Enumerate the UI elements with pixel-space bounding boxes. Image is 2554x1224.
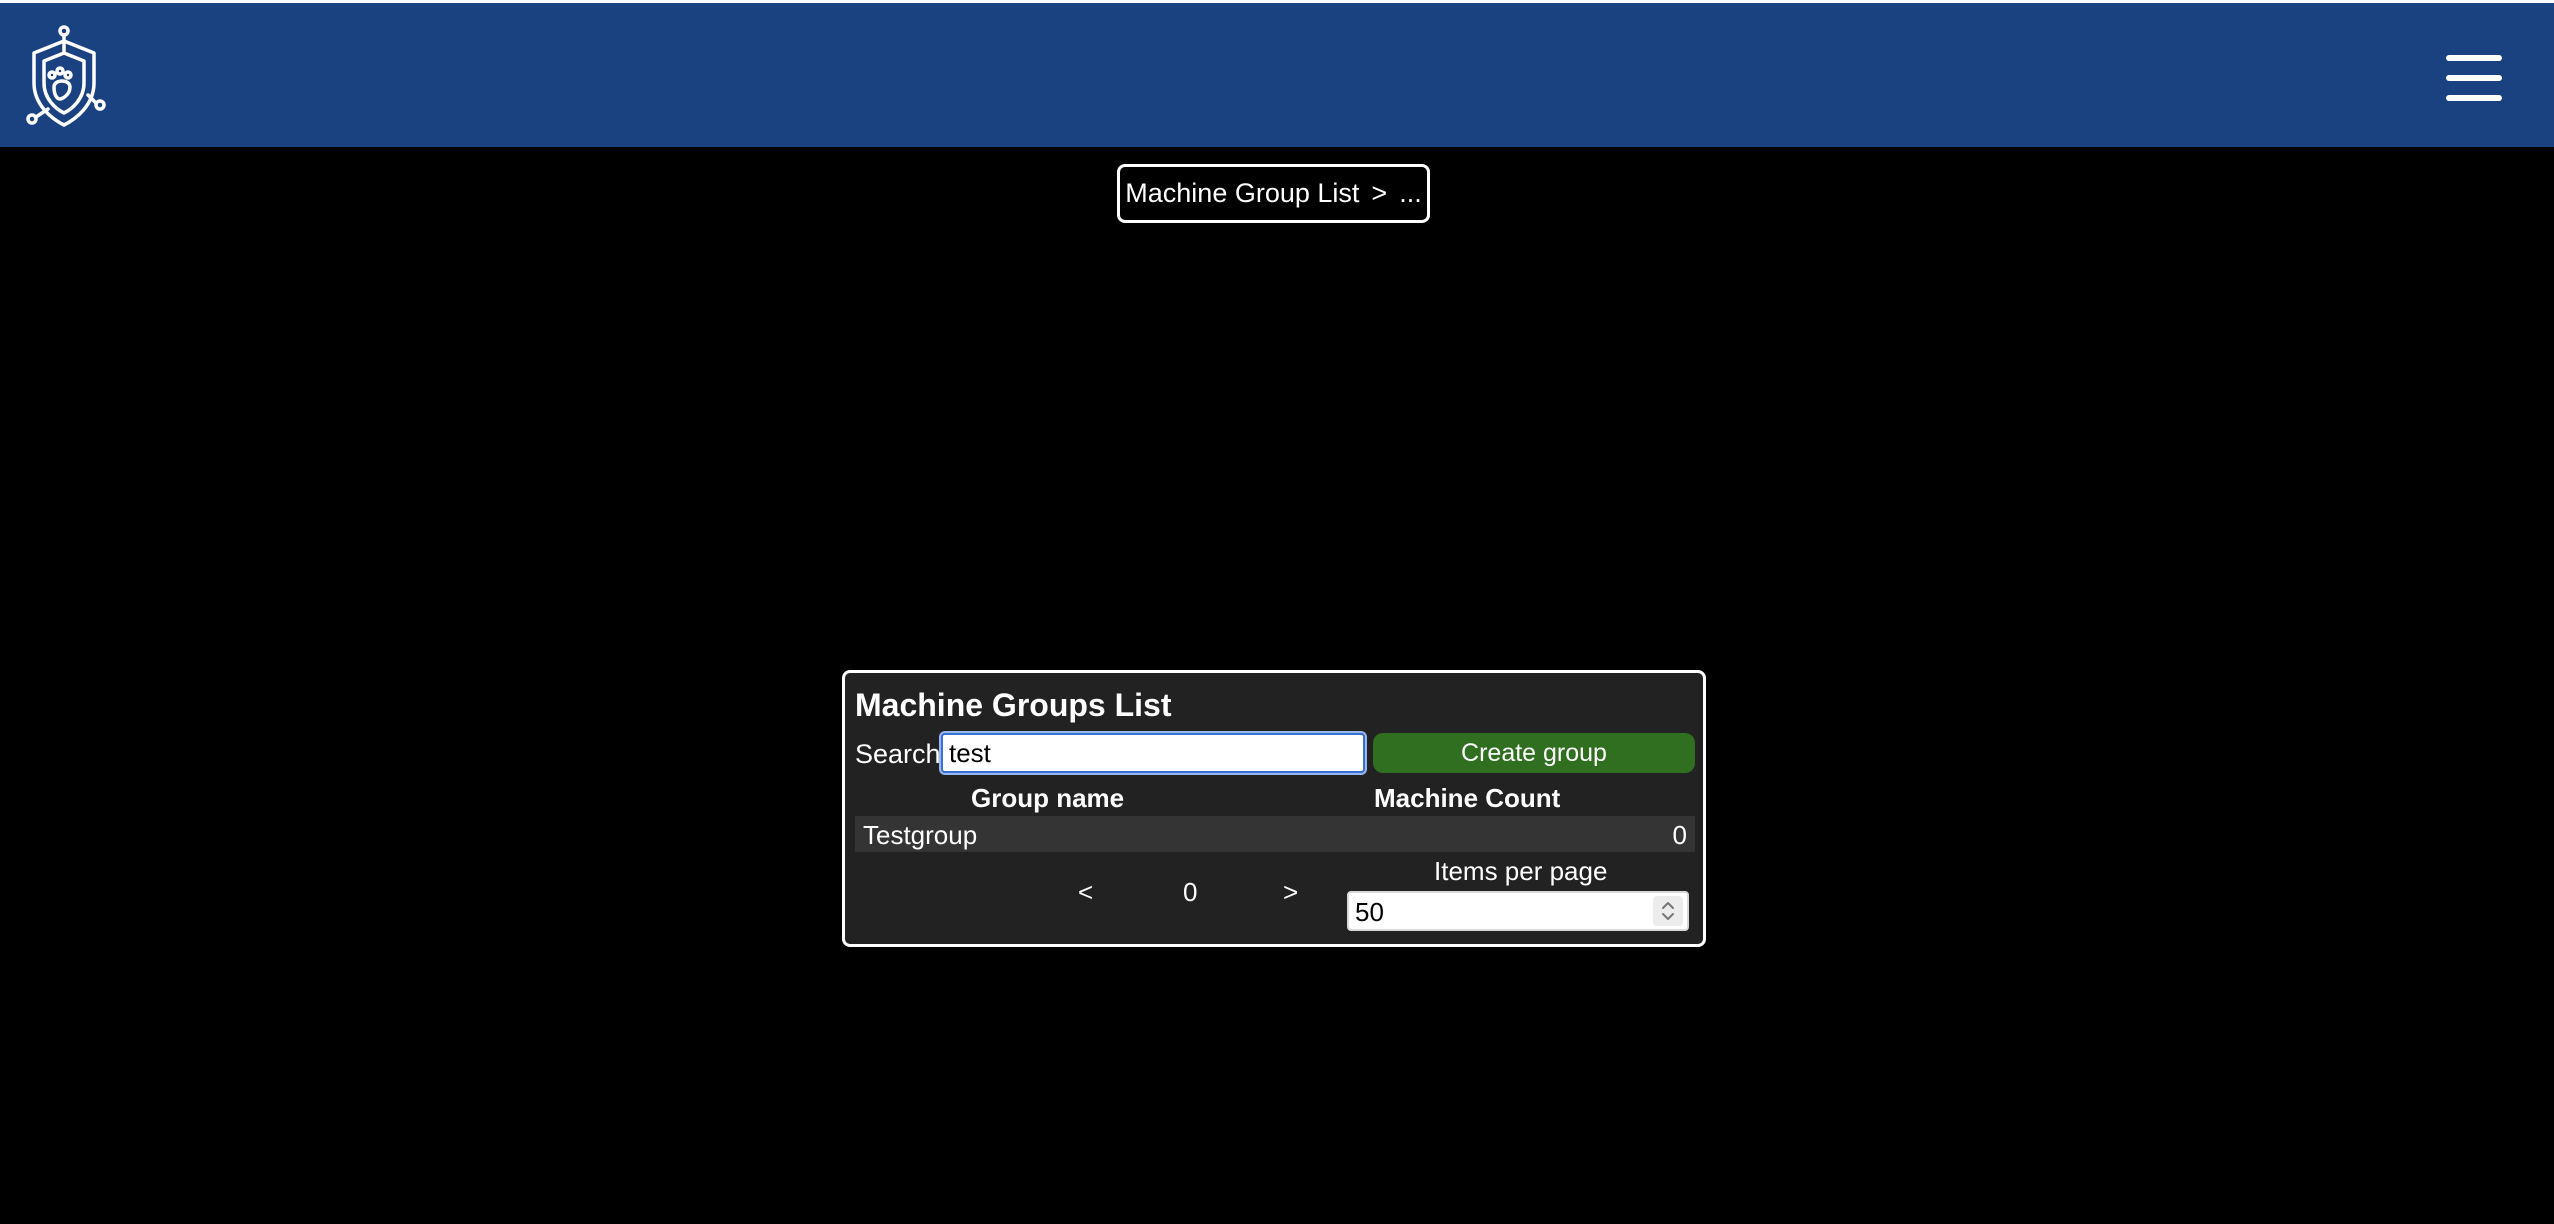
breadcrumb: Machine Group List > ...: [1117, 164, 1430, 223]
create-group-button[interactable]: Create group: [1373, 733, 1695, 773]
search-label: Search: [855, 739, 941, 769]
next-page-button[interactable]: >: [1283, 877, 1298, 908]
previous-page-button[interactable]: <: [1078, 877, 1093, 908]
number-spinner-icon[interactable]: [1653, 896, 1683, 926]
machine-groups-panel: Machine Groups List Search Create group …: [842, 670, 1706, 947]
panel-title: Machine Groups List: [855, 687, 1172, 723]
top-navigation-bar: [0, 0, 2554, 147]
items-per-page-label: Items per page: [1434, 856, 1608, 886]
items-per-page-input[interactable]: 50: [1347, 891, 1689, 931]
column-header-machine-count[interactable]: Machine Count: [1374, 783, 1560, 814]
group-name-cell: Testgroup: [863, 820, 978, 850]
breadcrumb-link-machine-group-list[interactable]: Machine Group List: [1125, 178, 1359, 209]
table-row[interactable]: Testgroup 0: [855, 816, 1695, 852]
hamburger-menu-icon[interactable]: [2440, 51, 2510, 105]
breadcrumb-separator: >: [1371, 178, 1388, 208]
items-per-page-value: 50: [1355, 897, 1384, 927]
breadcrumb-current: ...: [1399, 178, 1422, 208]
shield-circuit-logo-icon[interactable]: [24, 25, 108, 129]
current-page-number: 0: [1183, 877, 1198, 907]
machine-count-cell: 0: [1672, 820, 1687, 850]
column-header-group-name[interactable]: Group name: [971, 783, 1124, 814]
search-input[interactable]: [939, 731, 1367, 775]
